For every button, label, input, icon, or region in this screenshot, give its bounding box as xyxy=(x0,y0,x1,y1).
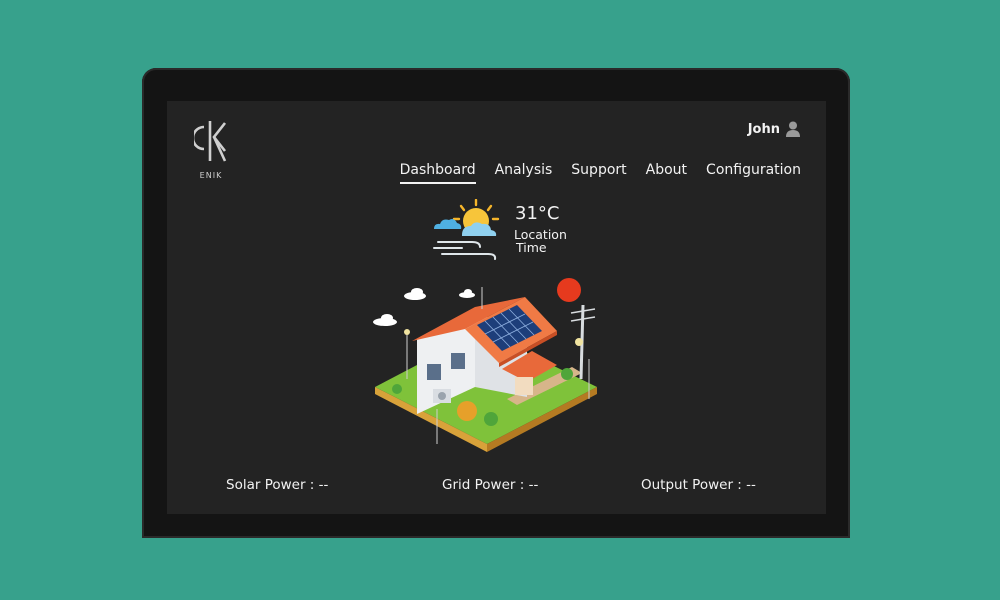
weather-location-time: Location Time xyxy=(514,228,567,254)
nav-configuration[interactable]: Configuration xyxy=(706,162,801,182)
weather-widget: 31°C Location Time xyxy=(432,199,592,263)
app-screen: ENIK John Dashboard Analysis Support Abo… xyxy=(167,101,826,514)
main-nav: Dashboard Analysis Support About Configu… xyxy=(399,162,801,184)
weather-time: Time xyxy=(516,240,547,255)
solar-house-illustration xyxy=(373,278,597,452)
nav-support[interactable]: Support xyxy=(571,162,626,182)
temperature: 31°C xyxy=(515,203,560,224)
user-icon xyxy=(786,121,800,137)
nav-dashboard[interactable]: Dashboard xyxy=(399,162,476,184)
nav-about[interactable]: About xyxy=(646,162,687,182)
user-name: John xyxy=(747,121,780,137)
grid-power-stat: Grid Power : -- xyxy=(442,477,539,493)
brand-name: ENIK xyxy=(199,171,223,180)
sun-icon xyxy=(557,278,581,302)
brand-logo[interactable]: ENIK xyxy=(193,117,229,180)
output-power-stat: Output Power : -- xyxy=(641,477,756,493)
nav-analysis[interactable]: Analysis xyxy=(495,162,553,182)
user-menu[interactable]: John xyxy=(748,121,800,137)
partly-cloudy-windy-icon xyxy=(433,199,500,260)
solar-power-stat: Solar Power : -- xyxy=(226,477,329,493)
logo-mark-icon xyxy=(194,121,227,162)
